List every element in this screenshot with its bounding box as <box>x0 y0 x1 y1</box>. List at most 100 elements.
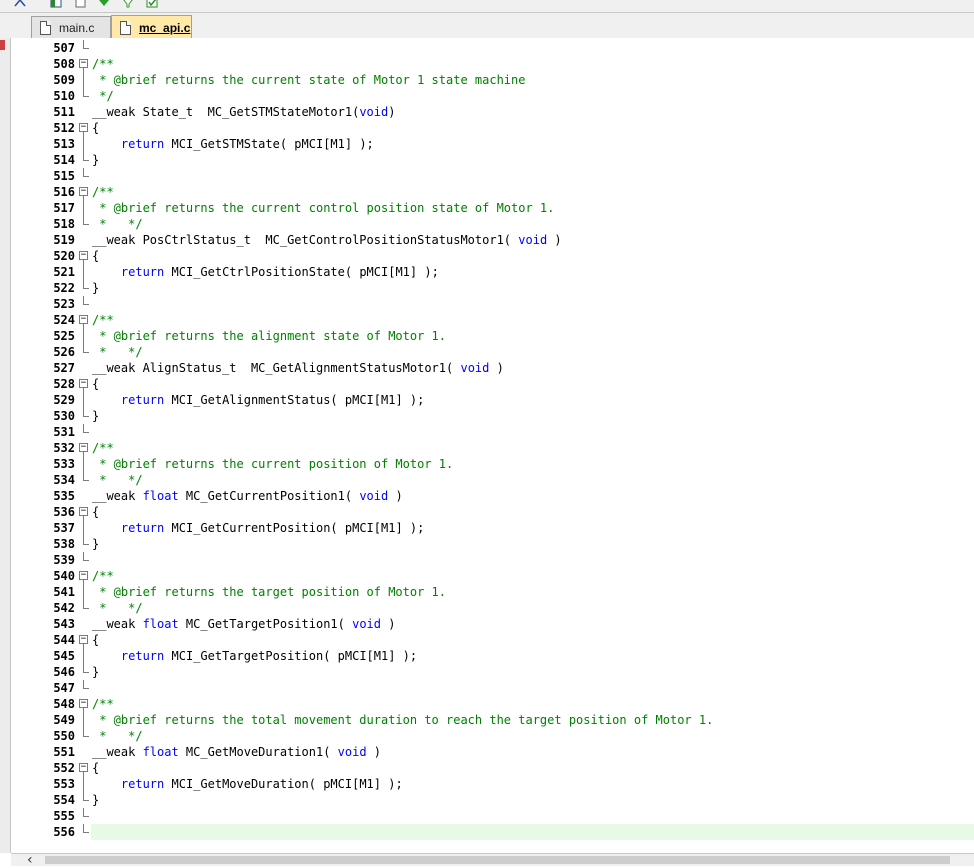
code-line[interactable]: 521 return MCI_GetCtrlPositionState( pMC… <box>11 264 974 280</box>
code-text[interactable]: { <box>92 120 99 136</box>
code-line[interactable]: 554} <box>11 792 974 808</box>
code-line[interactable]: 518 * */ <box>11 216 974 232</box>
code-line[interactable]: 515 <box>11 168 974 184</box>
code-line[interactable]: 533 * @brief returns the current positio… <box>11 456 974 472</box>
fold-collapse-icon[interactable]: − <box>79 443 88 452</box>
code-text[interactable]: * @brief returns the total movement dura… <box>92 712 713 728</box>
code-text[interactable]: __weak float MC_GetCurrentPosition1( voi… <box>92 488 403 504</box>
code-line[interactable]: 550 * */ <box>11 728 974 744</box>
code-text[interactable]: * @brief returns the current state of Mo… <box>92 72 525 88</box>
code-text[interactable]: } <box>92 536 99 552</box>
side-panel-edge[interactable] <box>0 38 11 853</box>
code-line[interactable]: 548−/** <box>11 696 974 712</box>
code-text[interactable]: return MCI_GetCurrentPosition( pMCI[M1] … <box>92 520 424 536</box>
code-text[interactable]: /** <box>92 696 114 712</box>
code-line[interactable]: 530} <box>11 408 974 424</box>
code-line[interactable]: 529 return MCI_GetAlignmentStatus( pMCI[… <box>11 392 974 408</box>
scroll-left-arrow-icon[interactable]: ‹ <box>27 852 33 868</box>
code-line[interactable]: 534 * */ <box>11 472 974 488</box>
code-text[interactable]: { <box>92 248 99 264</box>
code-text[interactable]: __weak AlignStatus_t MC_GetAlignmentStat… <box>92 360 504 376</box>
code-text[interactable]: * */ <box>92 344 142 360</box>
code-text[interactable]: } <box>92 664 99 680</box>
code-text[interactable]: return MCI_GetSTMState( pMCI[M1] ); <box>92 136 374 152</box>
tab-mc-api-c[interactable]: mc_api.c <box>111 15 192 39</box>
code-text[interactable]: * @brief returns the current position of… <box>92 456 453 472</box>
code-line[interactable]: 513 return MCI_GetSTMState( pMCI[M1] ); <box>11 136 974 152</box>
fold-collapse-icon[interactable]: − <box>79 699 88 708</box>
code-line[interactable]: 517 * @brief returns the current control… <box>11 200 974 216</box>
code-line[interactable]: 553 return MCI_GetMoveDuration( pMCI[M1]… <box>11 776 974 792</box>
code-text[interactable]: */ <box>92 88 113 104</box>
code-text[interactable]: /** <box>92 56 114 72</box>
code-text[interactable]: { <box>92 760 99 776</box>
code-text[interactable]: /** <box>92 184 114 200</box>
code-text[interactable]: /** <box>92 312 114 328</box>
code-line[interactable]: 516−/** <box>11 184 974 200</box>
code-text[interactable]: * */ <box>92 600 142 616</box>
window-restore-icon[interactable] <box>74 0 86 8</box>
fold-collapse-icon[interactable]: − <box>79 763 88 772</box>
code-text[interactable]: __weak float MC_GetTargetPosition1( void… <box>92 616 395 632</box>
code-text[interactable]: { <box>92 376 99 392</box>
code-text[interactable]: } <box>92 408 99 424</box>
code-text[interactable]: __weak State_t MC_GetSTMStateMotor1(void… <box>92 104 395 120</box>
window-icon[interactable] <box>50 0 62 8</box>
code-line[interactable]: 519 __weak PosCtrlStatus_t MC_GetControlP… <box>11 232 974 248</box>
code-line[interactable]: 555 <box>11 808 974 824</box>
code-text[interactable]: * */ <box>92 472 142 488</box>
code-line[interactable]: 547 <box>11 680 974 696</box>
code-text[interactable]: return MCI_GetMoveDuration( pMCI[M1] ); <box>92 776 403 792</box>
code-line[interactable]: 511 __weak State_t MC_GetSTMStateMotor1(v… <box>11 104 974 120</box>
code-line[interactable]: 523 <box>11 296 974 312</box>
fold-collapse-icon[interactable]: − <box>79 251 88 260</box>
code-editor[interactable]: 507 508−/** 509 * @brief returns the curre… <box>11 38 974 853</box>
code-line[interactable]: 524−/** <box>11 312 974 328</box>
code-line[interactable]: 539 <box>11 552 974 568</box>
code-text[interactable]: /** <box>92 440 114 456</box>
code-line[interactable]: 537 return MCI_GetCurrentPosition( pMCI[… <box>11 520 974 536</box>
code-text[interactable]: * */ <box>92 216 142 232</box>
code-line[interactable]: 538} <box>11 536 974 552</box>
code-line[interactable]: 532−/** <box>11 440 974 456</box>
code-line[interactable]: 542 * */ <box>11 600 974 616</box>
code-line[interactable]: 528−{ <box>11 376 974 392</box>
code-line[interactable]: 541 * @brief returns the target position… <box>11 584 974 600</box>
code-line[interactable]: 508−/** <box>11 56 974 72</box>
horizontal-scrollbar[interactable]: ‹ <box>11 852 974 868</box>
code-text[interactable]: } <box>92 152 99 168</box>
code-line[interactable]: 512−{ <box>11 120 974 136</box>
code-line[interactable]: 514} <box>11 152 974 168</box>
code-line[interactable]: 507 <box>11 40 974 56</box>
fold-collapse-icon[interactable]: − <box>79 379 88 388</box>
code-line[interactable]: 531 <box>11 424 974 440</box>
code-line[interactable]: 509 * @brief returns the current state o… <box>11 72 974 88</box>
code-line[interactable]: 551 __weak float MC_GetMoveDuration1( voi… <box>11 744 974 760</box>
arrow-down-icon[interactable] <box>98 0 110 8</box>
code-line[interactable]: 549 * @brief returns the total movement … <box>11 712 974 728</box>
code-line[interactable]: 525 * @brief returns the alignment state… <box>11 328 974 344</box>
code-line[interactable]: 545 return MCI_GetTargetPosition( pMCI[M… <box>11 648 974 664</box>
code-text[interactable]: } <box>92 280 99 296</box>
code-text[interactable]: * */ <box>92 728 142 744</box>
code-text[interactable]: return MCI_GetTargetPosition( pMCI[M1] )… <box>92 648 417 664</box>
debug-icon[interactable] <box>14 0 26 8</box>
fold-collapse-icon[interactable]: − <box>79 59 88 68</box>
filter-icon[interactable] <box>122 0 134 8</box>
code-text[interactable]: { <box>92 632 99 648</box>
fold-collapse-icon[interactable]: − <box>79 571 88 580</box>
tab-main-c[interactable]: main.c <box>31 16 111 38</box>
code-line[interactable]: 544−{ <box>11 632 974 648</box>
code-line[interactable]: 522} <box>11 280 974 296</box>
fold-collapse-icon[interactable]: − <box>79 187 88 196</box>
code-line[interactable]: 556 <box>11 824 974 840</box>
code-line[interactable]: 536−{ <box>11 504 974 520</box>
checkbox-icon[interactable] <box>146 0 158 8</box>
code-line[interactable]: 520−{ <box>11 248 974 264</box>
code-line[interactable]: 540−/** <box>11 568 974 584</box>
code-text[interactable]: * @brief returns the alignment state of … <box>92 328 446 344</box>
code-text[interactable]: __weak PosCtrlStatus_t MC_GetControlPosi… <box>92 232 562 248</box>
code-line[interactable]: 535 __weak float MC_GetCurrentPosition1( … <box>11 488 974 504</box>
code-text[interactable]: * @brief returns the target position of … <box>92 584 446 600</box>
fold-collapse-icon[interactable]: − <box>79 507 88 516</box>
